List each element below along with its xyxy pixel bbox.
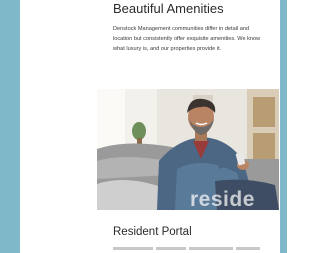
watermark-text: reside bbox=[190, 188, 255, 211]
amenities-description: Denstock Management communities differ i… bbox=[113, 26, 261, 52]
portal-description-cutoff bbox=[113, 247, 263, 253]
portal-heading: Resident Portal bbox=[113, 226, 192, 238]
left-accent-bar bbox=[0, 0, 20, 253]
right-accent-bar bbox=[280, 0, 287, 253]
amenities-heading: Beautiful Amenities bbox=[113, 1, 224, 16]
